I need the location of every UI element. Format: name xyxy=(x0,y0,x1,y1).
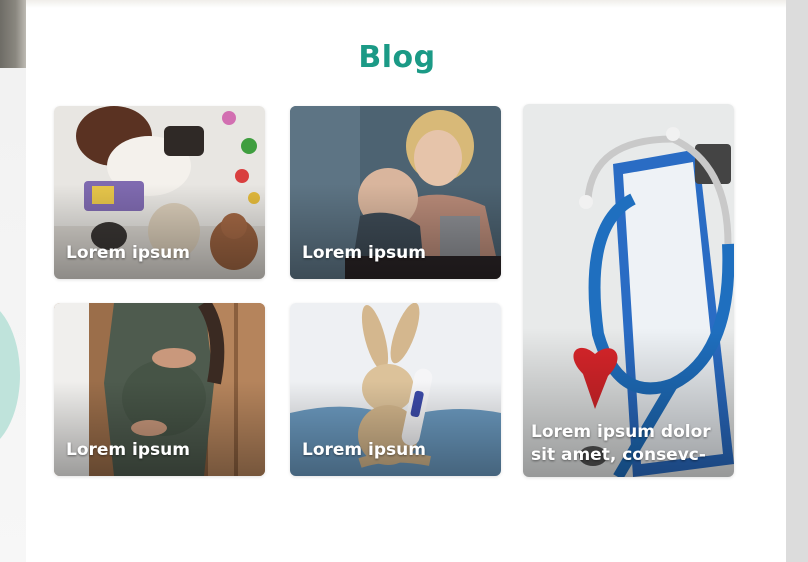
blog-card-pregnant-woman[interactable]: Lorem ipsum xyxy=(54,303,265,476)
blog-card-caption: Lorem ipsum xyxy=(302,440,426,460)
blog-section: Blog Lorem ipsum Lorem ipsum Lorem ipsum… xyxy=(26,0,786,562)
blog-card-caption: Lorem ipsum dolor sit amet, consevc- xyxy=(531,422,711,465)
blog-card-child-playing[interactable]: Lorem ipsum xyxy=(54,106,265,279)
blog-title: Blog xyxy=(358,40,436,75)
right-background-strip xyxy=(786,0,808,562)
blog-card-caption: Lorem ipsum xyxy=(66,440,190,460)
panel-top-edge xyxy=(26,0,786,8)
background-teal-circle xyxy=(0,300,20,450)
blog-card-caption: Lorem ipsum xyxy=(66,243,190,263)
blog-card-stethoscope[interactable]: Lorem ipsum dolor sit amet, consevc- xyxy=(523,104,734,477)
blog-card-bunny-thermometer[interactable]: Lorem ipsum xyxy=(290,303,501,476)
blog-card-mother-baby[interactable]: Lorem ipsum xyxy=(290,106,501,279)
background-photo-fragment xyxy=(0,0,26,68)
left-background-strip xyxy=(0,0,26,562)
blog-card-caption: Lorem ipsum xyxy=(302,243,426,263)
